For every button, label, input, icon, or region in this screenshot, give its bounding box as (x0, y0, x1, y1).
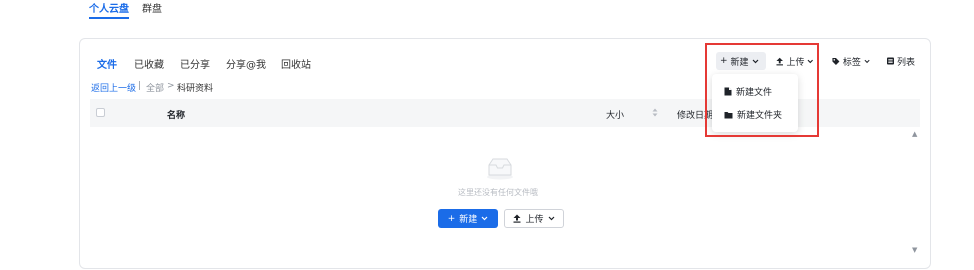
tag-icon (832, 57, 840, 65)
empty-upload-label: 上传 (525, 215, 544, 225)
column-modified-date[interactable]: 修改日期 (677, 108, 713, 121)
file-panel (79, 38, 931, 269)
breadcrumb-current: 科研资料 (177, 84, 214, 94)
new-dropdown-menu (712, 74, 798, 132)
empty-upload-button[interactable]: 上传 (504, 209, 564, 228)
tab-recycle-bin[interactable]: 回收站 (281, 56, 311, 71)
tab-files[interactable]: 文件 (97, 56, 117, 71)
empty-inbox-icon (487, 158, 513, 180)
chevron-down-icon (808, 59, 814, 63)
sort-icon[interactable] (652, 108, 658, 117)
chevron-down-icon (864, 59, 870, 63)
scroll-down-arrow[interactable]: ▼ (912, 246, 917, 254)
file-icon (724, 87, 732, 96)
breadcrumb-arrow: > (167, 81, 175, 91)
menu-item-new-folder-label: 新建文件夹 (737, 111, 783, 121)
plus-icon: + (720, 56, 728, 66)
menu-item-new-file-label: 新建文件 (736, 88, 773, 98)
list-view-label: 列表 (896, 57, 915, 68)
active-tab-indicator (89, 17, 129, 19)
select-all-checkbox[interactable] (96, 108, 105, 117)
breadcrumb-root[interactable]: 全部 (146, 81, 164, 94)
empty-new-button[interactable]: + 新建 (438, 209, 498, 228)
breadcrumb-back[interactable]: 返回上一级 (91, 81, 136, 94)
empty-message: 这里还没有任何文件哦 (458, 188, 538, 197)
tab-shared[interactable]: 已分享 (180, 56, 210, 71)
empty-new-label: 新建 (459, 215, 478, 225)
upload-button[interactable]: 上传 (772, 52, 818, 70)
tab-favorites[interactable]: 已收藏 (134, 56, 164, 71)
list-icon (887, 57, 894, 65)
plus-icon: + (447, 213, 456, 224)
chevron-down-icon (548, 216, 554, 221)
upload-icon (776, 57, 783, 65)
menu-item-new-file[interactable]: 新建文件 (724, 85, 772, 98)
scroll-up-arrow[interactable]: ▲ (912, 130, 917, 138)
column-size[interactable]: 大小 (606, 108, 624, 121)
column-name[interactable]: 名称 (167, 108, 185, 121)
tags-button[interactable]: 标签 (828, 52, 874, 70)
tab-group-disk[interactable]: 群盘 (142, 0, 162, 15)
upload-button-label: 上传 (786, 57, 805, 68)
new-button[interactable]: + 新建 (716, 52, 766, 70)
menu-item-new-folder[interactable]: 新建文件夹 (724, 108, 782, 121)
folder-icon (724, 111, 733, 118)
list-view-button[interactable]: 列表 (883, 52, 919, 70)
new-button-label: 新建 (730, 57, 749, 68)
chevron-down-icon (481, 216, 488, 221)
breadcrumb-separator: | (138, 81, 142, 91)
tab-personal-cloud[interactable]: 个人云盘 (89, 0, 129, 15)
tab-shared-with-me[interactable]: 分享@我 (226, 56, 266, 71)
tags-button-label: 标签 (842, 57, 861, 68)
upload-icon (513, 214, 521, 223)
chevron-down-icon (752, 59, 758, 63)
